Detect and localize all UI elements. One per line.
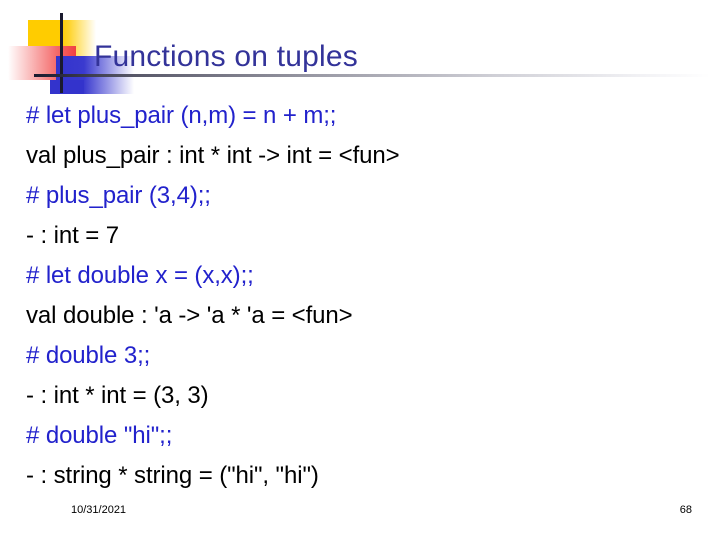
code-prompt-line: # double "hi";;: [26, 422, 173, 449]
code-prompt-line: # double 3;;: [26, 342, 151, 369]
code-prompt-line: # let double x = (x,x);;: [26, 262, 254, 289]
code-output-line: - : int * int = (3, 3): [26, 382, 209, 409]
code-prompt-line: # plus_pair (3,4);;: [26, 182, 211, 209]
code-prompt-line: # let plus_pair (n,m) = n + m;;: [26, 102, 337, 129]
decoration-yellow-square: [28, 20, 96, 64]
footer-page-number: 68: [679, 504, 692, 516]
decoration-vertical-rule: [60, 13, 63, 93]
slide: Functions on tuples # let plus_pair (n,m…: [0, 0, 720, 540]
code-transcript: # let plus_pair (n,m) = n + m;; val plus_…: [26, 96, 694, 496]
slide-footer: 10/31/2021 68: [0, 496, 720, 540]
code-output-line: val plus_pair : int * int -> int = <fun>: [26, 142, 400, 169]
code-output-line: - : int = 7: [26, 222, 119, 249]
code-output-line: val double : 'a -> 'a * 'a = <fun>: [26, 302, 353, 329]
page-title: Functions on tuples: [94, 40, 358, 74]
footer-date: 10/31/2021: [71, 504, 127, 516]
decoration-blue-tab: [50, 80, 84, 94]
code-output-line: - : string * string = ("hi", "hi"): [26, 462, 319, 489]
